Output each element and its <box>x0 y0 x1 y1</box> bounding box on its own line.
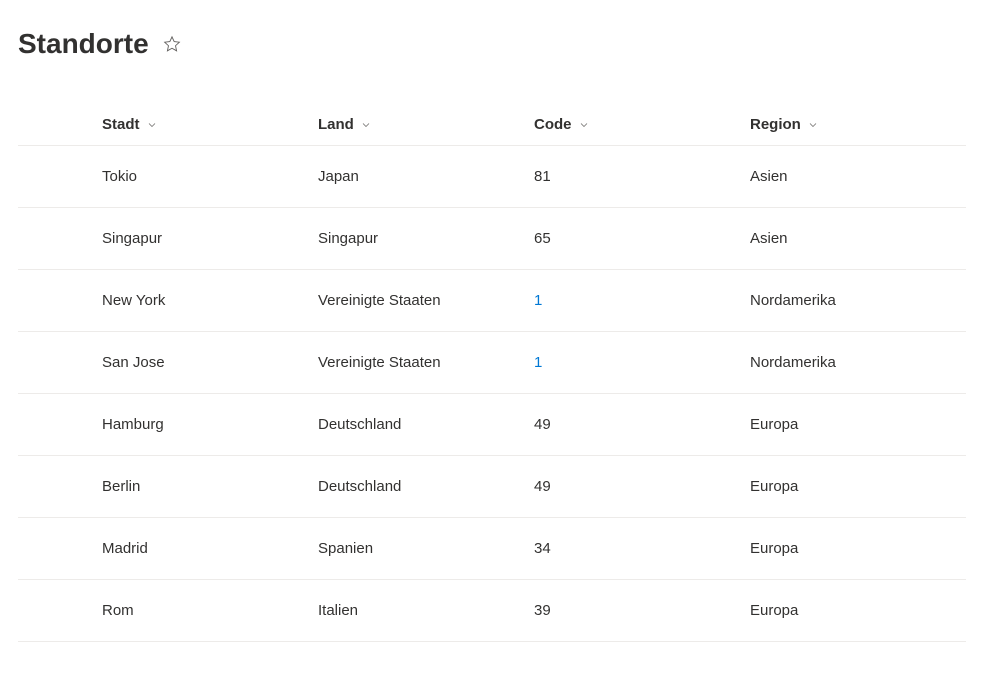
chevron-down-icon <box>578 119 590 131</box>
cell-land: Japan <box>318 168 534 185</box>
cell-stadt: Madrid <box>102 540 318 557</box>
table-row[interactable]: BerlinDeutschland49Europa <box>18 456 966 518</box>
table-row[interactable]: MadridSpanien34Europa <box>18 518 966 580</box>
cell-stadt: Berlin <box>102 478 318 495</box>
column-header-label: Land <box>318 116 354 133</box>
column-header-label: Stadt <box>102 116 140 133</box>
cell-stadt: Singapur <box>102 230 318 247</box>
cell-region: Nordamerika <box>750 354 966 371</box>
table-row[interactable]: New YorkVereinigte Staaten1Nordamerika <box>18 270 966 332</box>
column-header-code[interactable]: Code <box>534 116 750 133</box>
cell-code: 65 <box>534 230 750 247</box>
cell-land: Vereinigte Staaten <box>318 354 534 371</box>
cell-land: Deutschland <box>318 478 534 495</box>
page-header: Standorte <box>18 28 966 60</box>
table-body: TokioJapan81AsienSingapurSingapur65Asien… <box>18 146 966 642</box>
cell-region: Europa <box>750 478 966 495</box>
table-row[interactable]: HamburgDeutschland49Europa <box>18 394 966 456</box>
cell-land: Vereinigte Staaten <box>318 292 534 309</box>
cell-region: Asien <box>750 230 966 247</box>
table-row[interactable]: RomItalien39Europa <box>18 580 966 642</box>
table-row[interactable]: San JoseVereinigte Staaten1Nordamerika <box>18 332 966 394</box>
cell-stadt: New York <box>102 292 318 309</box>
favorite-star-icon[interactable] <box>163 35 181 53</box>
cell-stadt: San Jose <box>102 354 318 371</box>
cell-stadt: Tokio <box>102 168 318 185</box>
cell-land: Spanien <box>318 540 534 557</box>
column-header-label: Code <box>534 116 572 133</box>
cell-code[interactable]: 1 <box>534 354 750 371</box>
chevron-down-icon <box>807 119 819 131</box>
column-header-land[interactable]: Land <box>318 116 534 133</box>
table-row[interactable]: TokioJapan81Asien <box>18 146 966 208</box>
cell-stadt: Rom <box>102 602 318 619</box>
column-header-stadt[interactable]: Stadt <box>102 116 318 133</box>
chevron-down-icon <box>360 119 372 131</box>
column-header-region[interactable]: Region <box>750 116 966 133</box>
cell-region: Asien <box>750 168 966 185</box>
cell-land: Italien <box>318 602 534 619</box>
page-title: Standorte <box>18 28 149 60</box>
cell-code: 34 <box>534 540 750 557</box>
column-header-label: Region <box>750 116 801 133</box>
cell-region: Nordamerika <box>750 292 966 309</box>
table-row[interactable]: SingapurSingapur65Asien <box>18 208 966 270</box>
cell-land: Deutschland <box>318 416 534 433</box>
cell-code: 49 <box>534 416 750 433</box>
cell-code: 81 <box>534 168 750 185</box>
cell-region: Europa <box>750 540 966 557</box>
cell-code: 49 <box>534 478 750 495</box>
cell-code: 39 <box>534 602 750 619</box>
cell-region: Europa <box>750 602 966 619</box>
locations-table: Stadt Land Code Region TokioJapan81Asien… <box>18 116 966 642</box>
cell-region: Europa <box>750 416 966 433</box>
table-header-row: Stadt Land Code Region <box>18 116 966 146</box>
cell-code[interactable]: 1 <box>534 292 750 309</box>
cell-land: Singapur <box>318 230 534 247</box>
cell-stadt: Hamburg <box>102 416 318 433</box>
chevron-down-icon <box>146 119 158 131</box>
